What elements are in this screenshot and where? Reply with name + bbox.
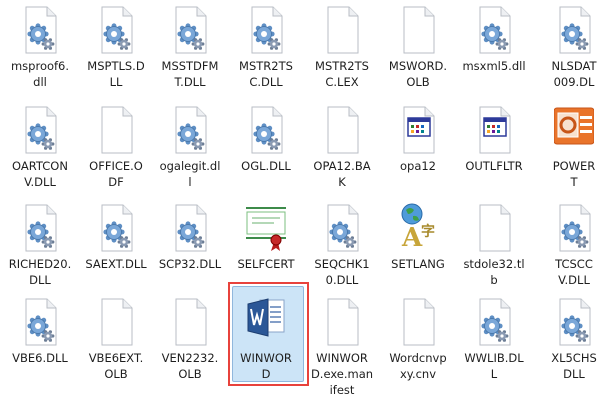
file-label: OPA12.BA K [313,159,371,189]
file-item[interactable]: XL5CHS DLL [533,296,601,394]
file-item[interactable]: MSTR2TS C.DLL [225,4,307,102]
file-label: MSTR2TS C.DLL [239,59,293,89]
file-label: POWER T [552,159,596,189]
file-item[interactable]: MSWORD. OLB [377,4,459,102]
gear-dll-icon [20,4,60,54]
file-item[interactable]: VBE6EXT. OLB [75,296,157,394]
file-label: WINWOR D.exe.man ifest [310,351,374,397]
file-item[interactable]: WINWOR D [225,282,309,394]
file-label: OARTCON V.DLL [12,159,68,189]
file-label: SETLANG [391,257,445,271]
blank-file-icon [398,296,438,346]
file-label: MSPTLS.D LL [87,59,145,89]
gear-dll-icon [20,296,60,346]
file-label: OGL.DLL [241,159,291,173]
file-item[interactable]: POWER T [533,104,601,202]
file-label: OFFICE.O DF [89,159,143,189]
file-item[interactable]: msproof6. dll [0,4,81,102]
file-label: NLSDAT 009.DL [551,59,597,89]
file-item[interactable]: MSSTDFM T.DLL [149,4,231,102]
blank-file-icon [322,104,362,154]
file-item[interactable]: Wordcnvp xy.cnv [377,296,459,394]
blank-file-icon [398,4,438,54]
gear-dll-icon [170,202,210,252]
file-label: SAEXT.DLL [85,257,147,271]
file-label: SELFCERT [237,257,295,271]
gear-dll-icon [20,202,60,252]
certificate-icon [246,202,286,252]
file-label: ogalegit.dl l [159,159,221,189]
file-label: MSWORD. OLB [388,59,448,89]
file-label: Wordcnvp xy.cnv [389,351,447,381]
file-item[interactable]: VBE6.DLL [0,296,81,394]
svg-text:字: 字 [421,223,435,240]
file-item[interactable]: MSPTLS.D LL [75,4,157,102]
file-label: XL5CHS DLL [551,351,597,381]
file-item[interactable]: stdole32.tl b [453,202,535,300]
file-item[interactable]: OUTLFLTR [453,104,535,202]
gear-dll-icon [322,202,362,252]
file-item[interactable]: ogalegit.dl l [149,104,231,202]
file-item[interactable]: msxml5.dll [453,4,535,102]
file-label: MSSTDFM T.DLL [161,59,219,89]
powerpoint-icon [554,104,594,154]
file-label: VBE6EXT. OLB [88,351,144,381]
blank-file-icon [96,104,136,154]
gear-dll-icon [554,202,594,252]
blank-file-icon [96,296,136,346]
file-label: WINWOR D [240,351,292,381]
gear-dll-icon [20,104,60,154]
file-label: msxml5.dll [462,59,526,73]
blank-file-icon [474,202,514,252]
gear-dll-icon [474,296,514,346]
blank-file-icon [322,4,362,54]
file-label: VBE6.DLL [12,351,68,365]
file-item[interactable]: VEN2232. OLB [149,296,231,394]
file-item[interactable]: A 字 SETLANG [377,202,459,300]
gear-dll-icon [474,4,514,54]
file-item[interactable]: SEQCHK1 0.DLL [301,202,383,300]
window-app-icon [398,104,438,154]
setlang-icon: A字 [398,202,438,252]
file-label: SCP32.DLL [158,257,222,271]
file-item[interactable]: OGL.DLL [225,104,307,202]
file-item[interactable]: RICHED20. DLL [0,202,81,300]
file-label: TCSCC V.DLL [555,257,593,287]
window-app-icon [474,104,514,154]
file-item[interactable]: TCSCC V.DLL [533,202,601,300]
file-label: OUTLFLTR [465,159,523,173]
file-label: msproof6. dll [10,59,70,89]
file-label: opa12 [399,159,437,173]
gear-dll-icon [246,4,286,54]
file-item[interactable]: opa12 [377,104,459,202]
file-item[interactable]: OPA12.BA K [301,104,383,202]
file-item[interactable]: SAEXT.DLL [75,202,157,300]
file-item[interactable]: OFFICE.O DF [75,104,157,202]
file-label: stdole32.tl b [463,257,525,287]
gear-dll-icon [554,4,594,54]
file-item[interactable]: MSTR2TS C.LEX [301,4,383,102]
file-label: SEQCHK1 0.DLL [314,257,370,287]
gear-dll-icon [96,4,136,54]
file-label: RICHED20. DLL [8,257,72,287]
file-item[interactable]: WINWOR D.exe.man ifest [301,296,383,397]
file-item[interactable]: WWLIB.DL L [453,296,535,394]
file-label: MSTR2TS C.LEX [315,59,369,89]
blank-file-icon [170,296,210,346]
file-item[interactable]: OARTCON V.DLL [0,104,81,202]
svg-text:A: A [401,223,423,252]
file-item[interactable]: SCP32.DLL [149,202,231,300]
file-item[interactable]: NLSDAT 009.DL [533,4,601,102]
gear-dll-icon [170,104,210,154]
file-label: WWLIB.DL L [464,351,524,381]
word-app-icon [246,296,286,346]
gear-dll-icon [554,296,594,346]
gear-dll-icon [246,104,286,154]
file-label: VEN2232. OLB [161,351,219,381]
gear-dll-icon [96,202,136,252]
blank-file-icon [322,296,362,346]
gear-dll-icon [170,4,210,54]
